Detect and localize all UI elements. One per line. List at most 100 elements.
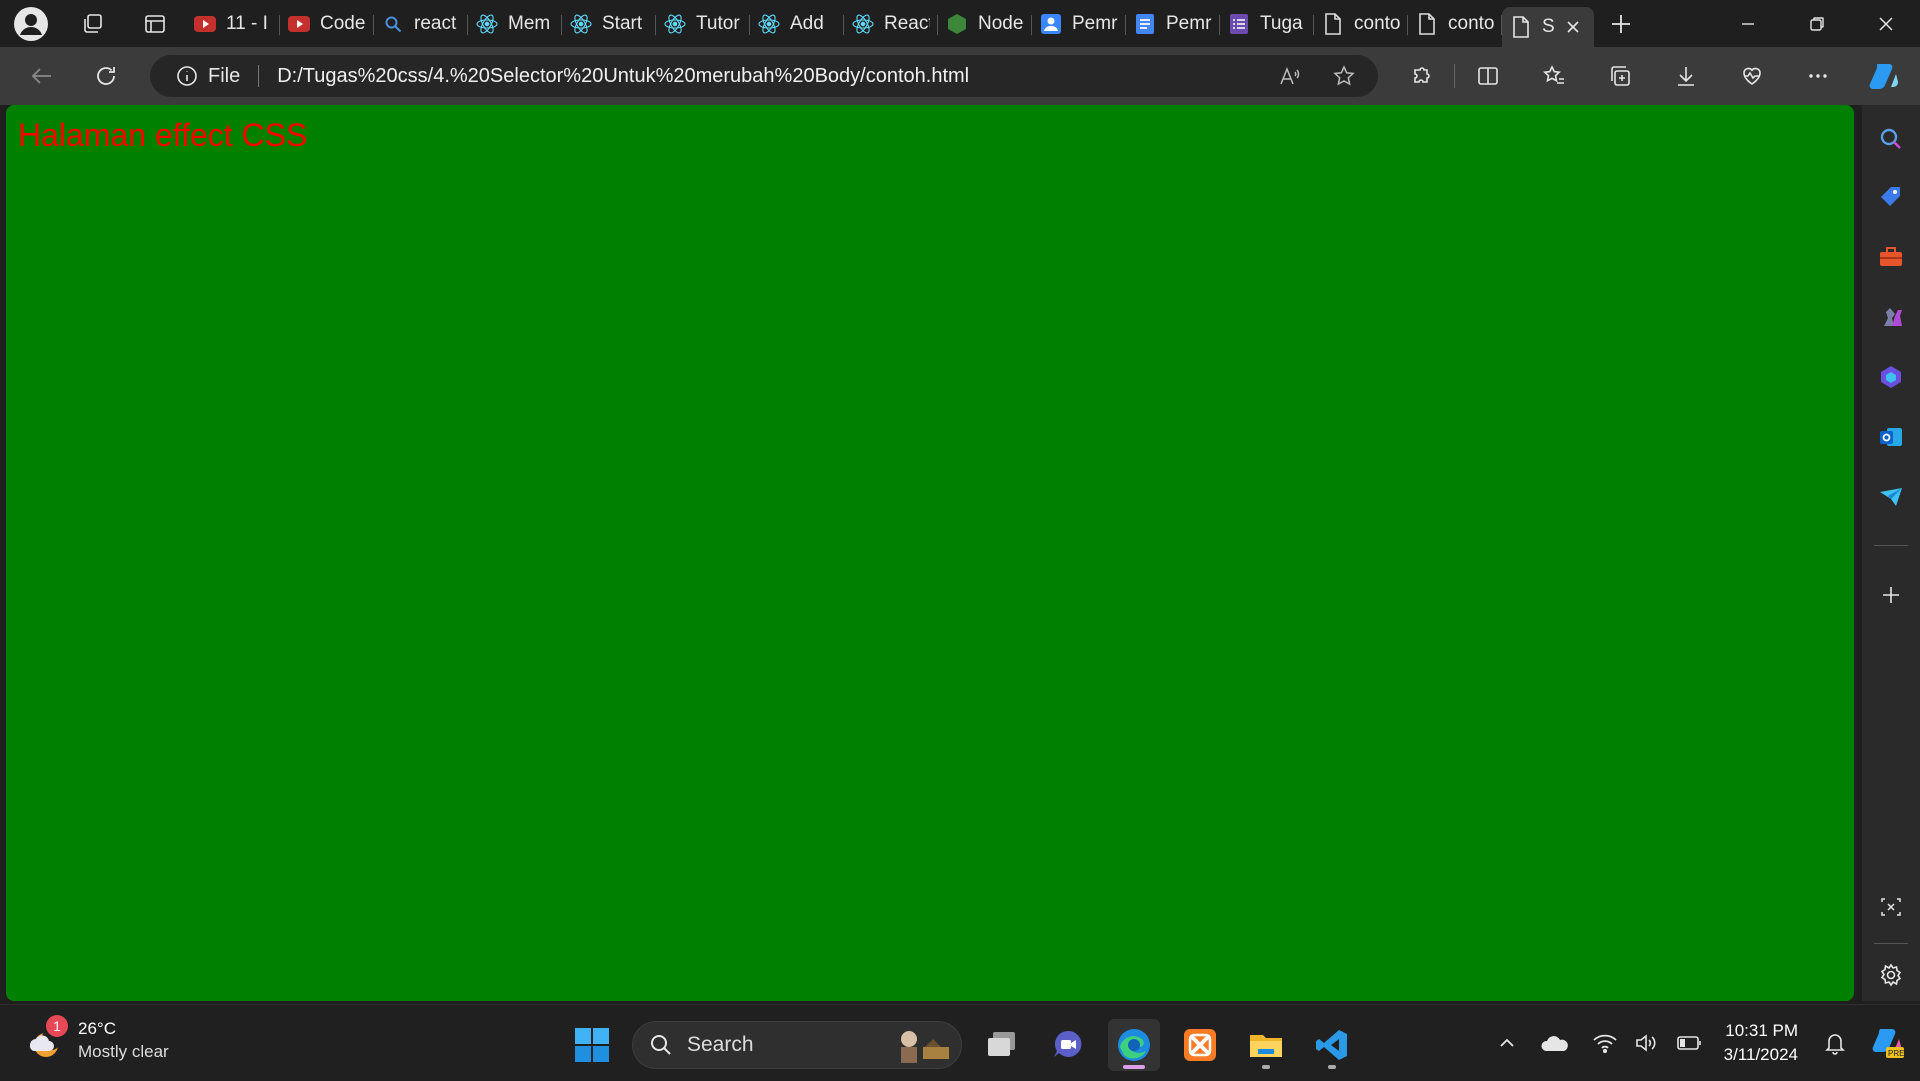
task-view-button[interactable] (976, 1019, 1028, 1071)
wifi-button[interactable] (1584, 1032, 1626, 1054)
taskbar-search[interactable]: Search (632, 1021, 962, 1069)
info-icon (177, 66, 197, 86)
browser-tab[interactable]: 11 - I (186, 7, 280, 41)
copilot-hex-icon (1881, 366, 1901, 388)
browser-tab[interactable]: React (844, 7, 938, 41)
contacts-icon (1040, 13, 1062, 35)
volume-button[interactable] (1626, 1032, 1668, 1054)
tab-title: Pemr (1072, 12, 1118, 34)
edge-taskbar-button[interactable] (1108, 1019, 1160, 1071)
react-icon (664, 13, 686, 35)
weather-icon-wrap: 1 (24, 1014, 68, 1061)
download-icon (1678, 67, 1694, 86)
bell-icon (1825, 1034, 1845, 1055)
tab-bar: 11 - I Code react Mem Start Tutor Add React Node… (0, 0, 1920, 47)
page-viewport: Halaman effect CSS (6, 105, 1854, 1001)
extensions-button[interactable] (1388, 47, 1454, 105)
browser-tab[interactable]: Mem (468, 7, 562, 41)
toolbar: File D:/Tugas%20css/4.%20Selector%20Untu… (0, 47, 1920, 105)
site-info-button[interactable]: File (176, 65, 240, 88)
battery-button[interactable] (1668, 1034, 1710, 1052)
minimize-button[interactable] (1713, 0, 1782, 47)
tab-actions-button[interactable] (124, 0, 186, 47)
copilot-icon (1869, 64, 1898, 89)
workspaces-icon (84, 13, 102, 33)
downloads-button[interactable] (1653, 47, 1719, 105)
running-indicator (1328, 1065, 1336, 1069)
browser-tab[interactable]: Add (750, 7, 844, 41)
show-hidden-icons-button[interactable] (1486, 1033, 1528, 1053)
sidebar-outlook-button[interactable] (1862, 417, 1920, 457)
search-highlight-icon (901, 1031, 949, 1063)
favorites-icon (1543, 65, 1564, 84)
sidebar-copilot-button[interactable] (1862, 357, 1920, 397)
profile-button[interactable] (0, 0, 62, 47)
restore-button[interactable] (1782, 0, 1851, 47)
tab-title: conto (1354, 12, 1400, 34)
weather-widget[interactable]: 1 26°C Mostly clear (24, 1014, 169, 1062)
sidebar-games-button[interactable] (1862, 297, 1920, 337)
browser-tab[interactable]: Code (280, 7, 374, 41)
browser-tab[interactable]: Start (562, 7, 656, 41)
tab-title: Start (602, 12, 643, 34)
collections-button[interactable] (1587, 47, 1653, 105)
sidebar-shopping-button[interactable] (1862, 177, 1920, 217)
copilot-taskbar-button[interactable]: PRE (1856, 1025, 1920, 1061)
browser-tab[interactable]: Tuga (1220, 7, 1314, 41)
sidebar-tools-button[interactable] (1862, 237, 1920, 277)
more-dots-icon (1809, 74, 1827, 78)
start-button[interactable] (566, 1019, 618, 1071)
sidebar-add-button[interactable] (1862, 575, 1920, 615)
teams-chat-button[interactable] (1042, 1019, 1094, 1071)
file-icon (1416, 12, 1438, 35)
read-aloud-icon[interactable] (1278, 64, 1302, 88)
nodejs-icon (946, 13, 968, 35)
browser-tab[interactable]: react (374, 7, 468, 41)
browser-essentials-button[interactable] (1719, 47, 1785, 105)
sidebar-telegram-button[interactable] (1862, 477, 1920, 517)
system-tray: 10:31 PM 3/11/2024 PRE (1486, 1005, 1920, 1081)
browser-tab[interactable]: conto (1314, 7, 1408, 41)
new-tab-button[interactable] (1594, 0, 1648, 47)
vscode-icon (1316, 1030, 1347, 1060)
sidebar-settings-button[interactable] (1862, 955, 1920, 995)
sidebar-search-button[interactable] (1862, 119, 1920, 159)
copilot-button[interactable] (1851, 47, 1917, 105)
cloud-icon (1541, 1036, 1568, 1051)
favorites-button[interactable] (1521, 47, 1587, 105)
active-browser-tab[interactable]: S (1502, 7, 1594, 47)
url-text[interactable]: D:/Tugas%20css/4.%20Selector%20Untuk%20m… (277, 65, 969, 88)
browser-tab[interactable]: Tutor (656, 7, 750, 41)
close-tab-button[interactable] (1566, 20, 1580, 34)
file-explorer-button[interactable] (1240, 1019, 1292, 1071)
clock[interactable]: 10:31 PM 3/11/2024 (1724, 1019, 1798, 1067)
vscode-button[interactable] (1306, 1019, 1358, 1071)
file-icon (1510, 16, 1532, 38)
react-icon (476, 13, 498, 35)
react-icon (758, 13, 780, 35)
close-window-button[interactable] (1851, 0, 1920, 47)
back-button[interactable] (10, 47, 74, 105)
xampp-button[interactable] (1174, 1019, 1226, 1071)
sidebar-screenshot-button[interactable] (1862, 887, 1920, 927)
running-indicator (1262, 1065, 1270, 1069)
address-divider (258, 65, 260, 87)
address-bar[interactable]: File D:/Tugas%20css/4.%20Selector%20Untu… (150, 55, 1378, 97)
close-icon (1878, 16, 1893, 31)
tab-title: Mem (508, 12, 551, 34)
browser-tab[interactable]: conto (1408, 7, 1502, 41)
onedrive-button[interactable] (1534, 1033, 1576, 1053)
browser-tab[interactable]: Node (938, 7, 1032, 41)
tab-title: Tuga (1260, 12, 1303, 34)
browser-tab[interactable]: Pemr (1032, 7, 1126, 41)
favorite-star-icon[interactable] (1332, 64, 1356, 88)
notifications-button[interactable] (1814, 1031, 1856, 1055)
profile-icon (14, 6, 48, 41)
browser-tab[interactable]: Pemr (1126, 7, 1220, 41)
workspaces-button[interactable] (62, 0, 124, 47)
split-screen-button[interactable] (1455, 47, 1521, 105)
wifi-icon (1593, 1034, 1617, 1054)
refresh-button[interactable] (74, 47, 138, 105)
more-menu-button[interactable] (1785, 47, 1851, 105)
collections-icon (1611, 66, 1630, 86)
